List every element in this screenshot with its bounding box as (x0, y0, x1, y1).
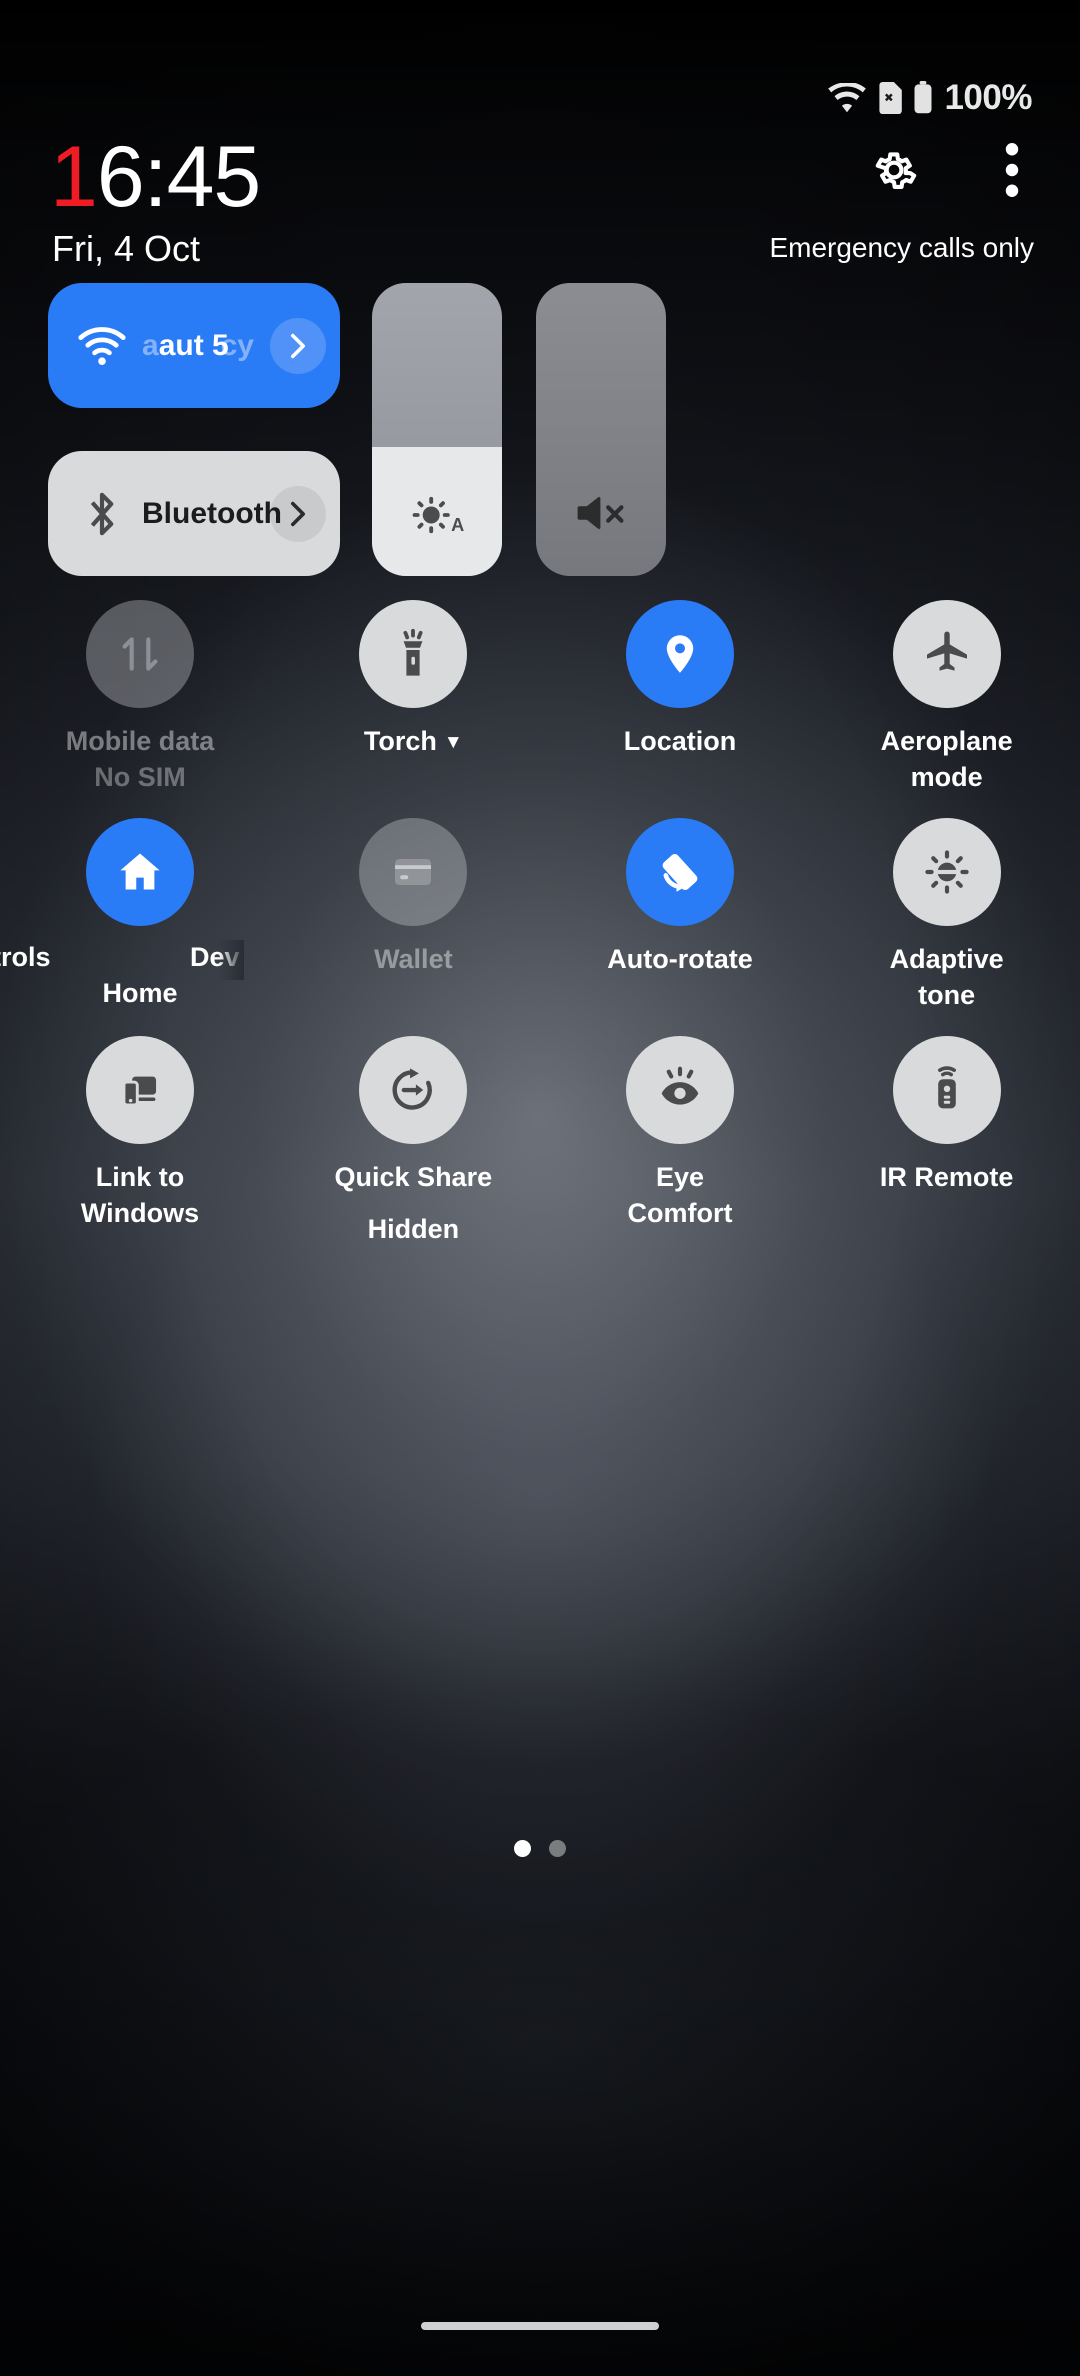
toggle-torch[interactable]: Torch ▼ (280, 600, 547, 796)
connectivity-tiles-column: aaut 5 cy Bluetooth (48, 283, 340, 576)
wifi-label-ghost: cy (220, 328, 254, 362)
toggle-bubble (359, 817, 468, 926)
toggle-label-fragment-left: trols (0, 941, 51, 972)
sim-card-x-icon (876, 82, 903, 114)
wifi-tile[interactable]: aaut 5 cy (48, 283, 340, 408)
page-indicator (0, 1840, 1080, 1857)
clock-highlight-digit: 1 (50, 129, 98, 225)
carrier-status-label: Emergency calls only (769, 232, 1034, 263)
toggle-bubble (625, 600, 734, 708)
gesture-navigation-bar[interactable] (421, 2322, 659, 2330)
date-label[interactable]: Fri, 4 Oct (52, 228, 200, 270)
toggle-bubble (86, 600, 194, 708)
battery-percentage: 100% (944, 78, 1032, 117)
brightness-slider[interactable]: A (372, 283, 502, 576)
toggle-link-to-windows[interactable]: Link to Windows (0, 1035, 280, 1248)
toggle-label: Auto-rotate (607, 943, 753, 974)
brightness-auto-icon: A (408, 493, 466, 542)
wifi-label-text: aut 5 (158, 328, 229, 362)
toggle-mobile-data[interactable]: Mobile data No SIM (0, 600, 280, 796)
wifi-tile-label: aaut 5 (142, 329, 229, 363)
toggle-bubble (359, 600, 468, 708)
toggle-label: Wallet (374, 943, 453, 974)
battery-full-icon (912, 81, 934, 115)
gear-icon[interactable] (866, 142, 922, 198)
chevron-right-icon[interactable] (270, 485, 326, 542)
more-vertical-icon[interactable] (984, 142, 1040, 198)
clock[interactable]: 16:45 (50, 129, 261, 225)
toggle-home[interactable]: trols Dev Home (0, 817, 280, 1014)
wifi-icon (76, 326, 128, 366)
toggle-bubble (86, 1035, 194, 1144)
bluetooth-tile-label: Bluetooth (142, 496, 282, 530)
toggle-label: Torch ▼ (363, 726, 463, 756)
toggle-aeroplane-mode[interactable]: Aeroplane mode (813, 600, 1080, 796)
bluetooth-tile[interactable]: Bluetooth (48, 451, 340, 576)
panel-header: 16:45 Fri, 4 Oct Emergency calls only (0, 132, 1080, 272)
toggle-quick-share[interactable]: Quick Share Hidden (280, 1035, 547, 1248)
chevron-down-icon[interactable]: ▼ (444, 730, 463, 755)
quick-toggles-grid: Mobile data No SIM Torch ▼ Location Aerop… (0, 600, 1080, 1247)
toggle-bubble (86, 817, 194, 926)
toggle-bubble (625, 1035, 734, 1144)
toggle-wallet[interactable]: Wallet (280, 817, 547, 1014)
chevron-right-icon[interactable] (270, 317, 326, 374)
toggle-label: Adaptive tone (889, 943, 1004, 1010)
toggle-sublabel: No SIM (94, 761, 186, 792)
volume-slider[interactable] (536, 283, 666, 576)
svg-text:A: A (451, 515, 464, 535)
status-bar: 100% (828, 78, 1032, 118)
toggle-auto-rotate[interactable]: Auto-rotate (547, 817, 814, 1014)
toggle-label: Aeroplane mode (880, 726, 1013, 792)
volume-mute-icon (573, 491, 629, 542)
wifi-icon (828, 83, 867, 113)
toggle-bubble (625, 817, 734, 926)
wifi-label-fading-char: a (142, 328, 159, 362)
toggle-bubble (892, 1035, 1001, 1144)
toggle-bubble (892, 600, 1001, 708)
toggle-bubble (892, 817, 1001, 926)
bluetooth-icon (76, 488, 128, 540)
top-tiles-area: aaut 5 cy Bluetooth A (48, 283, 1032, 576)
quick-settings-panel: 100% 16:45 Fri, 4 Oct Emergency calls on… (0, 0, 1080, 2376)
toggle-label: Link to Windows (80, 1161, 200, 1228)
toggle-label: Mobile data (65, 726, 215, 756)
page-dot-1[interactable] (514, 1840, 531, 1857)
toggle-location[interactable]: Location (547, 600, 814, 796)
toggle-ir-remote[interactable]: IR Remote (813, 1035, 1080, 1248)
toggle-eye-comfort[interactable]: Eye Comfort (547, 1035, 814, 1248)
toggle-label-fragment-right: Dev (190, 939, 244, 980)
toggle-label: Eye Comfort (627, 1161, 733, 1228)
toggle-label: Location (623, 726, 737, 756)
toggle-sublabel: Hidden (367, 1213, 460, 1244)
toggle-label: IR Remote (879, 1161, 1014, 1192)
clock-rest: 6:45 (96, 129, 261, 225)
toggle-bubble (359, 1035, 468, 1144)
page-dot-2[interactable] (549, 1840, 566, 1857)
toggle-label-transition: trols Dev (0, 939, 280, 980)
header-actions (740, 132, 1040, 198)
toggle-adaptive-tone[interactable]: Adaptive tone (813, 817, 1080, 1014)
toggle-label: Home (102, 977, 178, 1008)
toggle-label: Quick Share (334, 1161, 493, 1192)
